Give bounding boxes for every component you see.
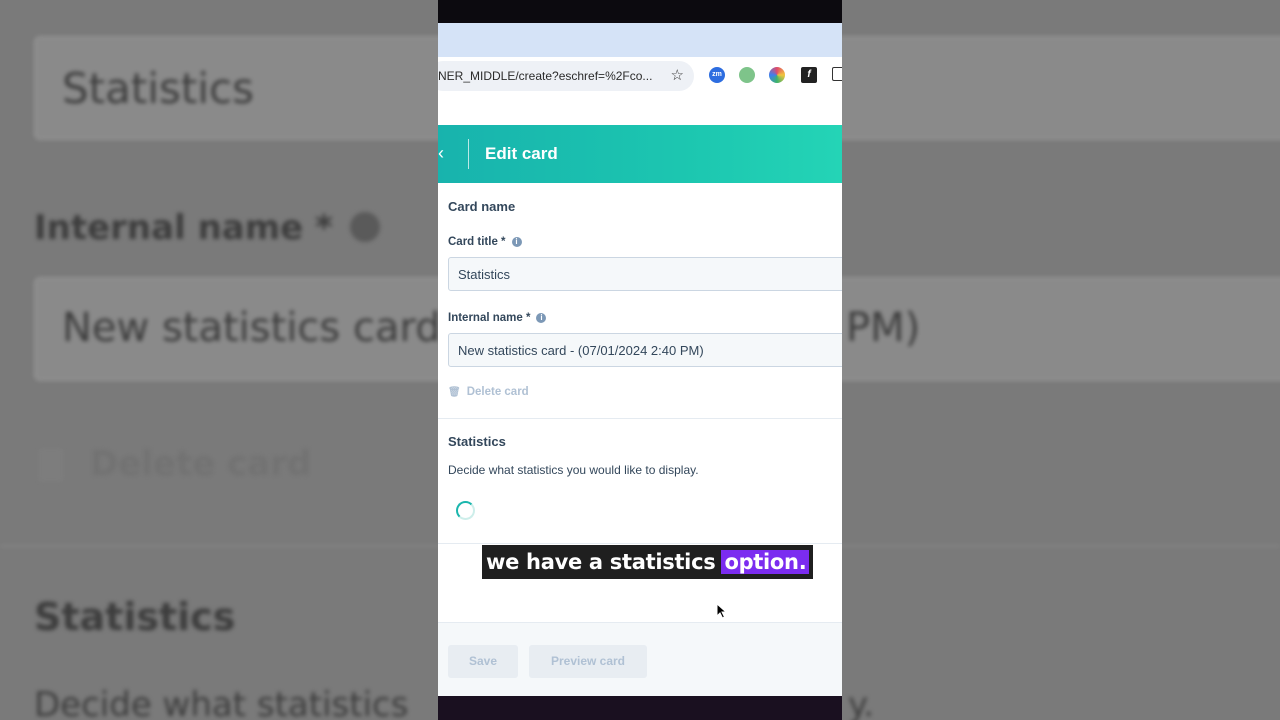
section-divider <box>438 418 842 419</box>
address-bar[interactable]: NER_MIDDLE/create?eschref=%2Fco... ☆ <box>438 61 694 91</box>
browser-toolbar: NER_MIDDLE/create?eschref=%2Fco... ☆ zm … <box>438 57 842 125</box>
statistics-section-title: Statistics <box>448 434 506 449</box>
footer-actions: Save Preview card <box>438 622 842 697</box>
fx-extension-icon[interactable]: f <box>801 67 817 83</box>
url-text[interactable]: NER_MIDDLE/create?eschref=%2Fco... <box>438 69 652 83</box>
bg-delete-label: Delete card <box>90 444 312 484</box>
card-title-value[interactable]: Statistics <box>458 267 510 282</box>
color-wheel-extension-icon[interactable] <box>769 67 785 83</box>
app-window: NER_MIDDLE/create?eschref=%2Fco... ☆ zm … <box>438 0 842 720</box>
mouse-cursor-icon <box>716 603 728 619</box>
subtitle-caption: we have a statistics option. <box>482 545 814 579</box>
bg-card-title-value: Statistics <box>62 64 254 113</box>
bg-internal-name-label: Internal name * <box>34 208 333 248</box>
bg-description: Decide what statistics <box>34 685 409 720</box>
trash-icon: 🗑 <box>448 387 461 398</box>
card-title-label: Card title * i <box>448 236 522 248</box>
bg-internal-name-tail: PM) <box>846 305 921 351</box>
loading-spinner-icon <box>456 501 475 520</box>
bg-description-tail: y. <box>848 685 875 720</box>
bottom-frame-bar <box>438 696 842 720</box>
info-icon[interactable]: i <box>536 313 547 323</box>
statistics-description: Decide what statistics you would like to… <box>448 463 699 477</box>
zoom-extension-icon[interactable]: zm <box>709 67 725 83</box>
page-title: Edit card <box>485 144 558 163</box>
internal-name-value[interactable]: New statistics card - (07/01/2024 2:40 P… <box>458 343 704 358</box>
caption-text: we have a statistics <box>486 550 716 574</box>
star-icon[interactable]: ☆ <box>671 66 684 84</box>
internal-name-label: Internal name * i <box>448 312 547 324</box>
caption-highlight: option. <box>721 550 810 574</box>
info-icon[interactable]: i <box>511 237 522 247</box>
edit-card-header: ‹ Edit card <box>438 125 842 183</box>
bg-trash-icon <box>38 448 64 482</box>
puzzle-extensions-icon[interactable] <box>832 67 842 81</box>
save-button[interactable]: Save <box>448 645 518 678</box>
card-title-field[interactable]: Statistics <box>448 257 842 291</box>
internal-name-field[interactable]: New statistics card - (07/01/2024 2:40 P… <box>448 333 842 367</box>
chevron-left-icon[interactable]: ‹ <box>438 143 444 164</box>
bg-statistics-title: Statistics <box>34 595 236 639</box>
top-frame-bar <box>438 0 842 23</box>
bg-internal-name-value: New statistics card <box>62 305 441 351</box>
preview-card-button[interactable]: Preview card <box>529 645 647 678</box>
browser-tab-strip[interactable] <box>438 23 842 57</box>
delete-card-button[interactable]: 🗑 Delete card <box>448 386 529 398</box>
section-divider <box>438 543 842 544</box>
card-name-section-title: Card name <box>448 199 516 214</box>
header-divider <box>468 139 469 169</box>
bg-info-icon <box>350 212 380 242</box>
frog-extension-icon[interactable] <box>739 67 755 83</box>
